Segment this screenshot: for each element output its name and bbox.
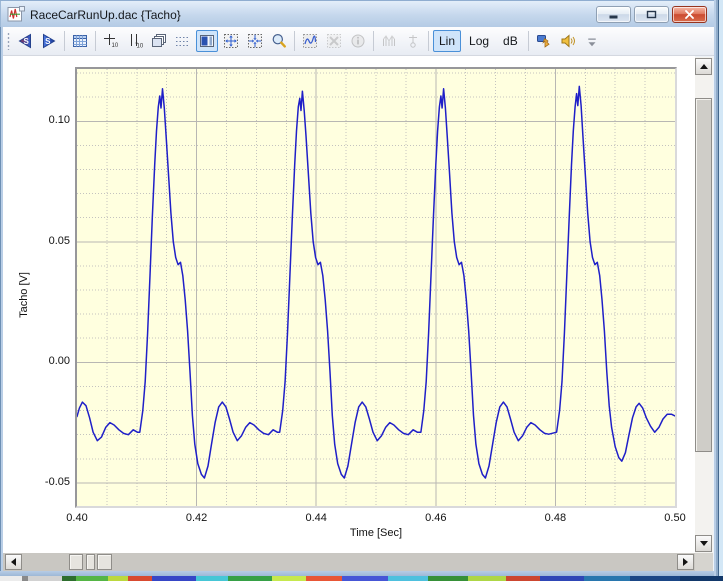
maximize-button[interactable] <box>634 6 669 23</box>
y-tick-label: 0.05 <box>26 235 70 247</box>
close-button[interactable] <box>672 6 707 23</box>
svg-text:10: 10 <box>112 43 119 49</box>
y-axis-label: Tacho [V] <box>18 272 30 318</box>
plumb-icon <box>405 33 421 49</box>
delete-curve-button <box>323 30 345 52</box>
waveform-svg <box>77 69 675 506</box>
x-tick-label: 0.50 <box>657 512 693 524</box>
toolbar-grip[interactable] <box>7 32 10 50</box>
window-left-border <box>0 27 3 576</box>
info-button <box>347 30 369 52</box>
export-button[interactable] <box>533 30 555 52</box>
x-tick-label: 0.48 <box>537 512 573 524</box>
svg-text:S: S <box>24 37 30 46</box>
horizontal-scrollbar[interactable] <box>3 553 695 571</box>
horizontal-cursor-button[interactable]: 10 <box>100 30 122 52</box>
zoom-extents-button[interactable] <box>220 30 242 52</box>
svg-text:S: S <box>45 37 51 46</box>
masked-wave-icon <box>302 33 318 49</box>
x-tick-label: 0.46 <box>418 512 454 524</box>
toolbar-separator <box>64 31 65 51</box>
right-arrow-icon <box>683 558 688 566</box>
split-panel-icon <box>199 33 215 49</box>
mask-curve-button[interactable] <box>299 30 321 52</box>
window-title: RaceCarRunUp.dac {Tacho} <box>30 8 181 22</box>
zoom-window-icon <box>247 33 263 49</box>
zoom-window-button[interactable] <box>244 30 266 52</box>
magnify-button[interactable] <box>268 30 290 52</box>
toolbar: S S 10 10 LinLogdB <box>3 27 714 56</box>
previous-segment-button[interactable]: S <box>14 30 36 52</box>
spectrum-button <box>378 30 400 52</box>
toolbar-separator <box>95 31 96 51</box>
scroll-down-button[interactable] <box>695 535 712 552</box>
app-icon <box>7 6 25 22</box>
magnifier-icon <box>271 33 287 49</box>
zoom-extents-icon <box>223 33 239 49</box>
comb-icon <box>381 33 397 49</box>
marker-button <box>402 30 424 52</box>
single-panel-view-button[interactable] <box>196 30 218 52</box>
scrollbar-corner <box>695 553 713 571</box>
toolbar-separator <box>528 31 529 51</box>
db-scale-button[interactable]: dB <box>497 30 524 52</box>
data-table-button[interactable] <box>69 30 91 52</box>
x-tick-label: 0.40 <box>59 512 95 524</box>
grid-toggle-button[interactable] <box>172 30 194 52</box>
x-axis-label: Time [Sec] <box>316 527 436 539</box>
log-scale-button[interactable]: Log <box>463 30 495 52</box>
toolbar-separator <box>373 31 374 51</box>
toolbar-overflow-button[interactable] <box>587 31 597 51</box>
up-arrow-icon <box>700 64 708 69</box>
info-icon <box>350 33 366 49</box>
cursor-v-10-icon: 10 <box>127 33 143 49</box>
toolbar-separator <box>294 31 295 51</box>
screen: RaceCarRunUp.dac {Tacho} SS1010LinLogdB … <box>0 0 723 581</box>
window-right-border <box>714 0 723 576</box>
vertical-cursor-button[interactable]: 10 <box>124 30 146 52</box>
linear-scale-button[interactable]: Lin <box>433 30 461 52</box>
left-arrow-icon <box>11 558 16 566</box>
cursor-h-10-icon: 10 <box>103 33 119 49</box>
h-scroll-thumb-segment[interactable] <box>86 554 95 570</box>
masked-x-icon <box>326 33 342 49</box>
scroll-up-button[interactable] <box>695 58 712 75</box>
table-grid-icon <box>72 33 88 49</box>
h-scroll-thumb-segment[interactable] <box>69 554 83 570</box>
triangle-right-s-icon: S <box>41 33 57 49</box>
plot-wrap <box>75 67 677 508</box>
svg-text:10: 10 <box>137 44 144 50</box>
hand-press-icon <box>536 33 552 49</box>
down-arrow-icon <box>700 541 708 546</box>
vertical-scrollbar[interactable] <box>695 57 713 553</box>
cascade-views-button[interactable] <box>148 30 170 52</box>
play-audio-button[interactable] <box>557 30 579 52</box>
layers-icon <box>151 33 167 49</box>
y-tick-label: 0.00 <box>26 355 70 367</box>
vertical-scrollbar-thumb[interactable] <box>695 98 712 452</box>
next-segment-button[interactable]: S <box>38 30 60 52</box>
h-scroll-thumb-segment[interactable] <box>97 554 112 570</box>
overflow-icon <box>587 31 597 51</box>
title-bar[interactable]: RaceCarRunUp.dac {Tacho} <box>0 0 714 27</box>
toolbar-separator <box>428 31 429 51</box>
triangle-left-s-icon: S <box>17 33 33 49</box>
x-tick-label: 0.42 <box>179 512 215 524</box>
scroll-left-button[interactable] <box>5 554 22 570</box>
x-tick-label: 0.44 <box>298 512 334 524</box>
y-tick-label: -0.05 <box>26 476 70 488</box>
background-spectrogram-sliver <box>0 576 723 581</box>
caption-buttons <box>596 6 707 23</box>
dotted-rows-icon <box>175 33 191 49</box>
minimize-button[interactable] <box>596 6 631 23</box>
speaker-icon <box>560 33 576 49</box>
y-tick-label: 0.10 <box>26 114 70 126</box>
scroll-right-button[interactable] <box>677 554 694 570</box>
